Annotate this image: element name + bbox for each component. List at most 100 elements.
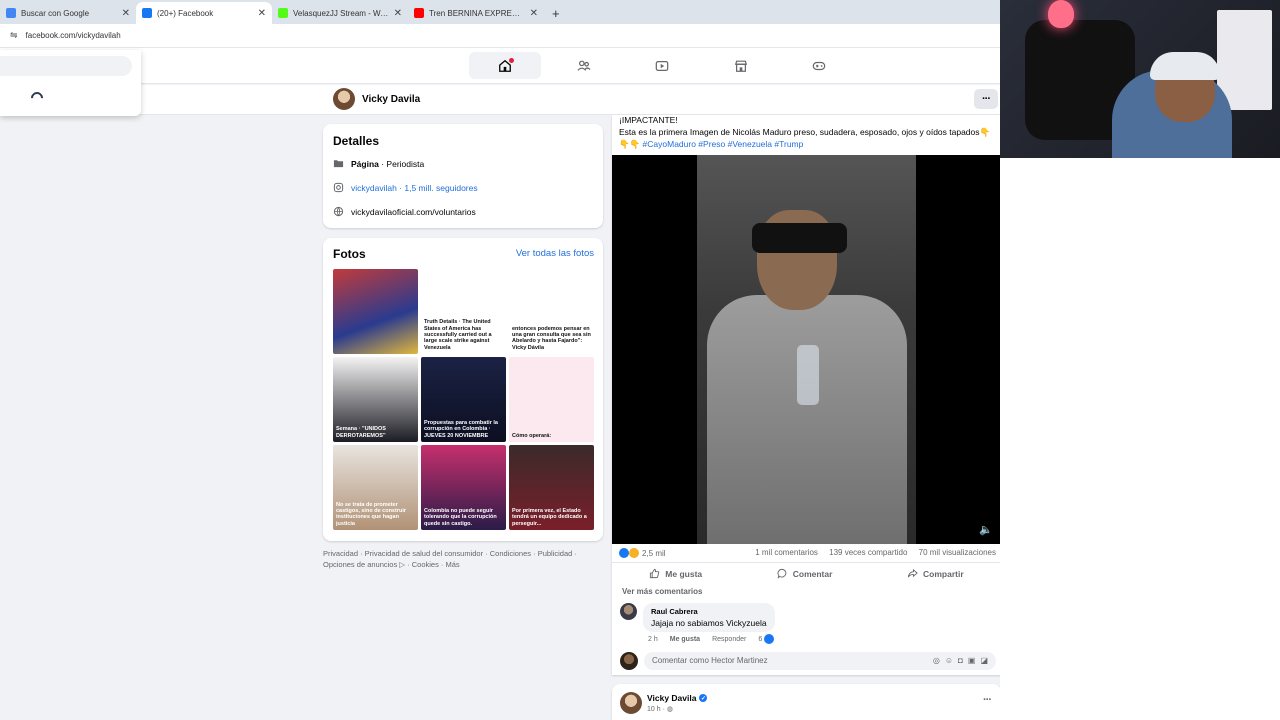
tab-close-icon[interactable]: ✕ — [530, 8, 538, 19]
comment-input[interactable]: Comentar como Hector Martinez ◎ ☺ ◘ ▣ ◪ — [644, 651, 996, 670]
nav-marketplace-icon[interactable] — [705, 52, 777, 79]
share-button[interactable]: Compartir — [907, 568, 964, 579]
nav-video-icon[interactable] — [626, 52, 698, 79]
webcam-overlay — [1000, 0, 1280, 158]
comment-author[interactable]: Raul Cabrera — [651, 607, 767, 616]
avatar-sticker-icon[interactable]: ◎ — [933, 656, 940, 665]
search-input[interactable] — [0, 56, 132, 76]
photo-caption: entonces podemos pensar en una gran cons… — [512, 325, 591, 351]
details-card: Detalles Página · Periodista vickydavila… — [323, 124, 603, 228]
next-post-card: Vicky Davila ✓ 10 h · ◍ ··· — [612, 684, 1001, 720]
photo-caption: Colombia no puede seguir tolerando que l… — [424, 508, 497, 527]
thumbs-up-icon — [650, 568, 660, 579]
browser-tab[interactable]: Tren BERNINA EXPRESS de ✕ — [408, 2, 544, 24]
tab-favicon-icon — [6, 8, 16, 18]
comments-count[interactable]: 1 mil comentarios — [755, 548, 818, 557]
sticker-icon[interactable]: ◪ — [980, 656, 988, 665]
tab-close-icon[interactable]: ✕ — [258, 8, 266, 19]
volume-icon[interactable]: 🔈 — [979, 523, 993, 536]
details-title: Detalles — [333, 134, 380, 148]
my-avatar[interactable] — [620, 651, 638, 670]
tab-title: Buscar con Google — [21, 8, 90, 18]
see-all-photos-link[interactable]: Ver todas las fotos — [516, 248, 594, 259]
shares-count[interactable]: 139 veces compartido — [829, 548, 907, 557]
post-author-name[interactable]: Vicky Davila — [647, 693, 696, 703]
comment-input-placeholder: Comentar como Hector Martinez — [652, 656, 768, 665]
post-hashtags[interactable]: #CayoMaduro #Preso #Venezuela #Trump — [643, 139, 804, 149]
photo-thumbnail[interactable] — [333, 269, 418, 354]
browser-tab[interactable]: Buscar con Google ✕ — [0, 2, 136, 24]
photo-caption: Propuestas para combatir la corrupción e… — [424, 420, 498, 439]
search-dropdown — [0, 50, 141, 116]
profile-name[interactable]: Vicky Davila — [362, 94, 420, 105]
browser-tab-strip: Buscar con Google ✕ (20+) Facebook ✕ Velasqu… — [0, 0, 1000, 24]
address-bar[interactable]: ⇋ facebook.com/vickydavilah — [0, 24, 1000, 48]
comment-text: Jajaja no sabiamos Vickyzuela — [651, 618, 767, 628]
comment-button[interactable]: Comentar — [777, 568, 832, 579]
photo-caption: Por primera vez, el Estado tendrá un equ… — [512, 508, 587, 527]
post-more-button[interactable]: ··· — [983, 694, 992, 706]
post-author[interactable]: Vicky Davila ✓ — [647, 693, 708, 703]
browser-tab[interactable]: (20+) Facebook ✕ — [136, 2, 272, 24]
post-stats: 2,5 mil 1 mil comentarios 139 veces comp… — [619, 548, 996, 558]
website-link[interactable]: vickydavilaoficial.com/voluntarios — [351, 207, 476, 217]
photo-thumbnail[interactable]: Truth Details · The United States of Ame… — [421, 269, 506, 354]
like-label: Me gusta — [665, 568, 703, 579]
commenter-avatar[interactable] — [620, 603, 637, 620]
photo-thumbnail[interactable]: Semana · "UNIDOS DERROTAREMOS" — [333, 357, 418, 442]
comment-likes[interactable]: 6 — [758, 634, 775, 644]
new-tab-button[interactable]: + — [544, 2, 568, 24]
camera-icon[interactable]: ◘ — [958, 656, 963, 665]
comment-like-button[interactable]: Me gusta — [670, 636, 700, 643]
photo-thumbnail[interactable]: No se trata de prometer castigos, sino d… — [333, 445, 418, 530]
blank-area — [1000, 158, 1280, 720]
photo-thumbnail[interactable]: Por primera vez, el Estado tendrá un equ… — [509, 445, 594, 530]
photo-caption: Semana · "UNIDOS DERROTAREMOS" — [336, 426, 386, 439]
instagram-icon — [333, 182, 344, 193]
comment-time[interactable]: 2 h — [648, 636, 658, 643]
photo-thumbnail[interactable]: entonces podemos pensar en una gran cons… — [509, 269, 594, 354]
like-button[interactable]: Me gusta — [649, 568, 702, 579]
globe-icon: ◍ — [666, 706, 673, 713]
browser-tab[interactable]: VelasquezJJ Stream - Watch Live ✕ — [272, 2, 408, 24]
footer-line-1[interactable]: Privacidad · Privacidad de salud del con… — [323, 549, 603, 560]
tab-favicon-icon — [278, 8, 288, 18]
post-body: Esta es la primera Imagen de Nicolás Mad… — [619, 126, 991, 137]
like-reaction-icon — [619, 548, 629, 558]
more-options-button[interactable]: ··· — [974, 89, 998, 109]
gif-icon[interactable]: ▣ — [968, 656, 976, 665]
reactions[interactable]: 2,5 mil — [619, 548, 666, 558]
instagram-link[interactable]: vickydavilah — [351, 183, 397, 193]
comment-item: Raul Cabrera Jajaja no sabiamos Vickyzue… — [620, 603, 775, 632]
photo-thumbnail[interactable]: Colombia no puede seguir tolerando que l… — [421, 445, 506, 530]
category-label: Página — [351, 158, 379, 169]
more-comments-link[interactable]: Ver más comentarios — [622, 587, 702, 596]
avatar[interactable] — [620, 692, 642, 714]
tab-favicon-icon — [142, 8, 152, 18]
nav-friends-icon[interactable] — [548, 52, 620, 79]
emoji-icon[interactable]: ☺ — [945, 656, 953, 665]
tab-close-icon[interactable]: ✕ — [122, 8, 130, 19]
site-settings-icon[interactable]: ⇋ — [10, 30, 18, 41]
folder-icon — [333, 158, 344, 169]
post-time[interactable]: 10 h · ◍ — [647, 705, 673, 713]
nav-gaming-icon[interactable] — [783, 52, 855, 79]
photo-thumbnail[interactable]: Propuestas para combatir la corrupción e… — [421, 357, 506, 442]
tab-favicon-icon — [414, 8, 424, 18]
url-text[interactable]: facebook.com/vickydavilah — [26, 31, 121, 40]
instagram-row: vickydavilah · 1,5 mill. seguidores — [333, 182, 478, 193]
photo-grid: Truth Details · The United States of Ame… — [333, 269, 594, 531]
tab-close-icon[interactable]: ✕ — [394, 8, 402, 19]
footer-line-2[interactable]: Opciones de anuncios ▷ · Cookies · Más — [323, 560, 603, 571]
comment-reply-button[interactable]: Responder — [712, 636, 746, 643]
verified-badge-icon: ✓ — [699, 694, 708, 702]
category-row: Página · Periodista — [333, 158, 424, 169]
post-video[interactable]: 🔈 — [612, 155, 1001, 544]
avatar[interactable] — [333, 88, 355, 110]
nav-home-icon[interactable] — [469, 52, 541, 79]
photo-thumbnail[interactable]: Cómo operará: — [509, 357, 594, 442]
reactions-count: 2,5 mil — [642, 548, 666, 558]
views-count: 70 mil visualizaciones — [918, 548, 996, 557]
globe-icon — [333, 206, 344, 217]
comment-meta: 2 h Me gusta Responder 6 — [648, 634, 775, 644]
